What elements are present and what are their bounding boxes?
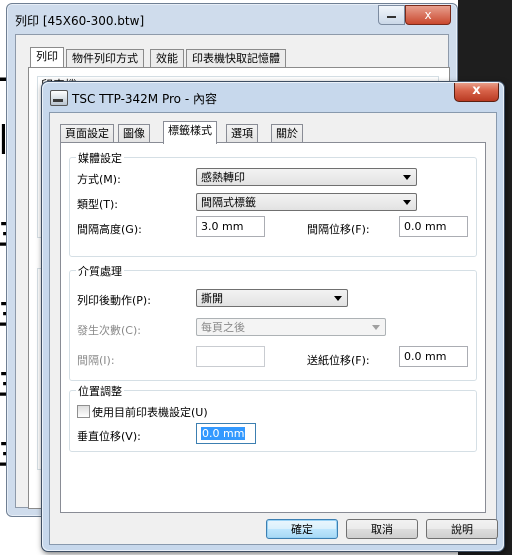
tab-printer-cache[interactable]: 印表機快取記憶體 <box>186 49 286 68</box>
gap-height-input[interactable]: 3.0 mm <box>196 216 265 237</box>
post-print-legend: 介質處理 <box>76 263 124 279</box>
post-print-action-value: 撕開 <box>201 292 223 305</box>
vertical-offset-label: 垂直位移(V): <box>77 430 141 443</box>
tab-page-setup[interactable]: 頁面設定 <box>60 124 114 143</box>
vertical-offset-input[interactable]: 0.0 mm <box>196 423 256 444</box>
print-window-close-button[interactable]: x <box>405 5 451 25</box>
tab-options[interactable]: 選項 <box>226 124 258 143</box>
occurrence-select[interactable]: 每頁之後 <box>196 318 386 336</box>
chevron-down-icon <box>372 325 380 330</box>
use-printer-settings-label[interactable]: 使用目前印表機設定(U) <box>92 404 208 420</box>
tab-graphics[interactable]: 圖像 <box>118 124 150 143</box>
tab-stock[interactable]: 標籤樣式 <box>163 121 217 144</box>
minimize-button[interactable] <box>378 5 405 25</box>
dialog-tabs: 頁面設定 圖像 標籤樣式 選項 關於 <box>60 121 490 144</box>
post-print-action-label: 列印後動作(P): <box>77 294 151 307</box>
method-select[interactable]: 感熱轉印 <box>196 168 417 186</box>
dialog-close-button[interactable]: x <box>454 82 499 102</box>
method-label: 方式(M): <box>77 173 121 186</box>
help-button[interactable]: 說明 <box>426 519 498 539</box>
position-adjust-legend: 位置調整 <box>76 383 124 399</box>
chevron-down-icon <box>403 200 411 205</box>
tab-performance[interactable]: 效能 <box>150 49 184 68</box>
use-printer-settings-checkbox[interactable] <box>77 405 90 418</box>
printer-icon <box>50 90 68 106</box>
tab-print[interactable]: 列印 <box>30 47 64 69</box>
vertical-offset-value: 0.0 mm <box>201 427 246 440</box>
type-value: 間隔式標籤 <box>201 196 256 209</box>
post-print-action-select[interactable]: 撕開 <box>196 289 348 307</box>
ok-button[interactable]: 確定 <box>266 519 338 539</box>
occurrence-label: 發生次數(C): <box>77 324 141 337</box>
stock-tab-panel: 媒體設定 方式(M): 感熱轉印 類型(T): 間隔式標籤 間隔高度(G): 3… <box>60 142 486 513</box>
interval-label: 間隔(I): <box>77 354 115 367</box>
tab-about[interactable]: 關於 <box>271 124 303 143</box>
gap-height-label: 間隔高度(G): <box>77 223 142 236</box>
type-select[interactable]: 間隔式標籤 <box>196 193 417 211</box>
method-value: 感熱轉印 <box>201 171 245 184</box>
dialog-title: TSC TTP-342M Pro - 內容 <box>72 92 217 106</box>
chevron-down-icon <box>403 175 411 180</box>
printer-properties-dialog: TSC TTP-342M Pro - 內容 x 頁面設定 圖像 標籤樣式 選項 … <box>41 81 505 552</box>
feed-offset-label: 送紙位移(F): <box>307 354 370 367</box>
media-settings-legend: 媒體設定 <box>76 150 124 166</box>
cancel-button[interactable]: 取消 <box>346 519 418 539</box>
occurrence-value: 每頁之後 <box>201 321 245 334</box>
dialog-client: 頁面設定 圖像 標籤樣式 選項 關於 媒體設定 方式(M): 感熱轉印 類型(T… <box>49 112 498 545</box>
type-label: 類型(T): <box>77 198 119 211</box>
gap-offset-label: 間隔位移(F): <box>307 223 370 236</box>
gap-offset-input[interactable]: 0.0 mm <box>399 216 468 237</box>
tab-object-print-mode[interactable]: 物件列印方式 <box>66 49 144 68</box>
feed-offset-input[interactable]: 0.0 mm <box>399 346 468 367</box>
print-window-title: 列印 [45X60-300.btw] <box>15 14 145 28</box>
interval-input[interactable] <box>196 346 265 367</box>
chevron-down-icon <box>334 296 342 301</box>
